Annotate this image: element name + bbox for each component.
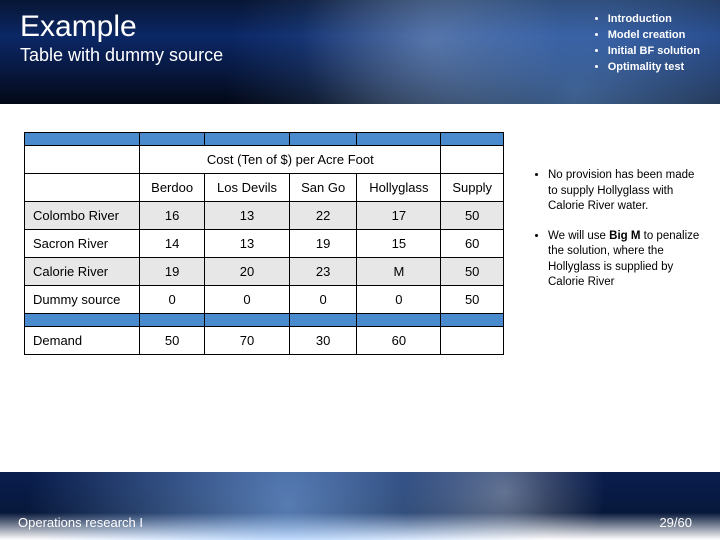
- cell: 20: [205, 258, 290, 286]
- notes: No provision has been made to supply Hol…: [528, 132, 720, 460]
- table-row: Sacron River 14 13 19 15 60: [25, 230, 504, 258]
- cell: 0: [140, 286, 205, 314]
- note-item: We will use Big M to penalize the soluti…: [548, 229, 706, 291]
- cost-caption: Cost (Ten of $) per Acre Foot: [140, 146, 441, 174]
- table-row-spacer: [25, 133, 504, 146]
- table-row: Dummy source 0 0 0 0 50: [25, 286, 504, 314]
- cell: 14: [140, 230, 205, 258]
- cell: 0: [289, 286, 356, 314]
- cell: 50: [441, 258, 504, 286]
- cell: 22: [289, 202, 356, 230]
- agenda-item: Introduction: [608, 12, 700, 28]
- row-label: Demand: [25, 327, 140, 355]
- note-text: No provision has been made to supply Hol…: [548, 169, 694, 212]
- cell: 13: [205, 202, 290, 230]
- cost-table-wrap: Cost (Ten of $) per Acre Foot Berdoo Los…: [0, 132, 528, 460]
- cell: 50: [441, 286, 504, 314]
- col-header: Hollyglass: [357, 174, 441, 202]
- agenda-item: Optimality test: [608, 60, 700, 76]
- col-header: San Go: [289, 174, 356, 202]
- cell: 60: [357, 327, 441, 355]
- table-row-spacer: [25, 314, 504, 327]
- agenda-item: Model creation: [608, 28, 700, 44]
- cell: 50: [140, 327, 205, 355]
- row-label: Dummy source: [25, 286, 140, 314]
- table-row-demand: Demand 50 70 30 60: [25, 327, 504, 355]
- footer: Operations research I 29/60: [0, 472, 720, 540]
- agenda-label: Optimality test: [608, 61, 684, 73]
- col-header: Supply: [441, 174, 504, 202]
- title-block: Example Table with dummy source: [20, 10, 223, 66]
- table-row: Calorie River 19 20 23 M 50: [25, 258, 504, 286]
- agenda-label: Model creation: [608, 29, 686, 41]
- cell: [441, 327, 504, 355]
- cell: 15: [357, 230, 441, 258]
- cell: 70: [205, 327, 290, 355]
- cell: 19: [289, 230, 356, 258]
- slide: Example Table with dummy source Introduc…: [0, 0, 720, 540]
- cell: 60: [441, 230, 504, 258]
- cell: M: [357, 258, 441, 286]
- body: Cost (Ten of $) per Acre Foot Berdoo Los…: [0, 132, 720, 460]
- page-subtitle: Table with dummy source: [20, 45, 223, 66]
- page-title: Example: [20, 10, 223, 43]
- agenda-item: Initial BF solution: [608, 44, 700, 60]
- header: Example Table with dummy source Introduc…: [0, 0, 720, 104]
- col-header: Los Devils: [205, 174, 290, 202]
- cost-table: Cost (Ten of $) per Acre Foot Berdoo Los…: [24, 132, 504, 355]
- footer-page: 29/60: [659, 515, 692, 530]
- cell: 0: [205, 286, 290, 314]
- row-label: Sacron River: [25, 230, 140, 258]
- note-strong: Big M: [609, 230, 640, 242]
- cell: 19: [140, 258, 205, 286]
- cell: 50: [441, 202, 504, 230]
- footer-dept: Operations research I: [18, 515, 143, 530]
- cell: 13: [205, 230, 290, 258]
- row-label: Colombo River: [25, 202, 140, 230]
- table-row-caption: Cost (Ten of $) per Acre Foot: [25, 146, 504, 174]
- cell: 30: [289, 327, 356, 355]
- table-row: Colombo River 16 13 22 17 50: [25, 202, 504, 230]
- note-item: No provision has been made to supply Hol…: [548, 168, 706, 215]
- agenda-label: Initial BF solution: [608, 45, 700, 57]
- row-label: Calorie River: [25, 258, 140, 286]
- col-header: Berdoo: [140, 174, 205, 202]
- note-text: We will use: [548, 230, 609, 242]
- cell: 17: [357, 202, 441, 230]
- cell: 0: [357, 286, 441, 314]
- agenda: Introduction Model creation Initial BF s…: [592, 12, 700, 76]
- agenda-label: Introduction: [608, 13, 672, 25]
- table-row-header: Berdoo Los Devils San Go Hollyglass Supp…: [25, 174, 504, 202]
- cell: 23: [289, 258, 356, 286]
- cell: 16: [140, 202, 205, 230]
